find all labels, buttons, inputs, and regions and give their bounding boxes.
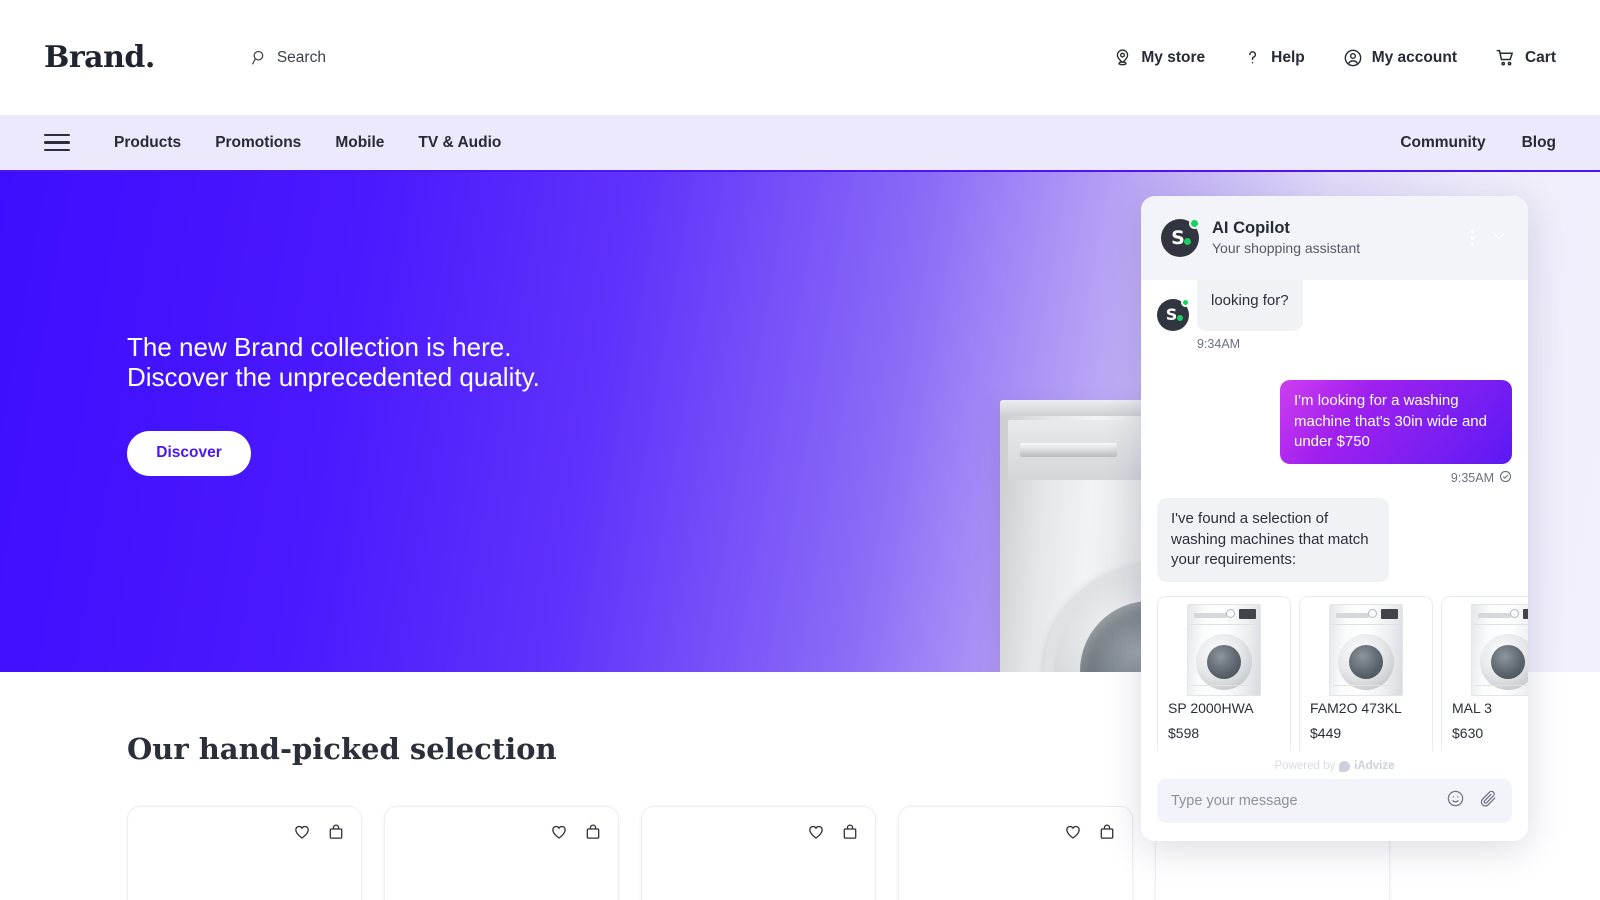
header-link-label: My account xyxy=(1371,48,1457,66)
nav-item-mobile[interactable]: Mobile xyxy=(335,134,384,152)
site-header: Brand. Search My store Help My account C… xyxy=(0,0,1600,115)
chat-message-timestamp: 9:34AM xyxy=(1197,336,1241,351)
product-image xyxy=(1158,597,1290,697)
product-card[interactable] xyxy=(641,806,876,900)
chat-message-meta: 9:35AM xyxy=(1280,470,1512,486)
chat-widget-title: AI Copilot xyxy=(1212,219,1290,238)
smiley-icon[interactable] xyxy=(1446,789,1465,813)
product-card[interactable] xyxy=(384,806,619,900)
card-actions xyxy=(293,823,345,846)
shopping-bag-icon[interactable] xyxy=(584,823,602,846)
chat-message-text: I've found a selection of washing machin… xyxy=(1157,498,1389,583)
product-card[interactable] xyxy=(898,806,1133,900)
product-price: $598 xyxy=(1168,725,1200,742)
hero-headline-line1: The new Brand collection is here. xyxy=(127,332,512,362)
check-circle-icon xyxy=(1499,470,1512,486)
nav-item-tv-audio[interactable]: TV & Audio xyxy=(418,134,501,152)
header-link-my-store[interactable]: My store xyxy=(1113,48,1205,67)
shopping-cart-icon xyxy=(1495,47,1516,68)
product-price: $630 xyxy=(1452,725,1484,742)
header-link-label: Cart xyxy=(1524,48,1556,66)
shopping-bag-icon[interactable] xyxy=(1098,823,1116,846)
product-price: $449 xyxy=(1310,725,1342,742)
chat-message-timestamp: 9:35AM xyxy=(1450,471,1494,486)
avatar: S xyxy=(1161,218,1200,257)
nav-item-community[interactable]: Community xyxy=(1400,134,1485,152)
ai-copilot-chat-widget: S AI Copilot Your shopping assistant S l… xyxy=(1141,196,1528,841)
avatar-inner-dot-icon xyxy=(1184,238,1191,245)
search-icon xyxy=(251,49,268,66)
chat-message-list[interactable]: S looking for? 9:34AM I'm looking for a … xyxy=(1141,280,1528,751)
header-link-label: My store xyxy=(1141,48,1206,66)
search-input[interactable]: Search xyxy=(251,49,326,67)
carousel-product-card[interactable]: MAL 3 $630 Lea xyxy=(1441,596,1528,751)
discover-button[interactable]: Discover xyxy=(127,430,251,476)
chat-message-user: I'm looking for a washing machine that's… xyxy=(1157,380,1512,486)
chat-widget-subtitle: Your shopping assistant xyxy=(1212,239,1361,256)
product-name: MAL 3 xyxy=(1452,700,1492,717)
avatar: S xyxy=(1157,297,1190,331)
message-input[interactable] xyxy=(1171,793,1446,809)
heart-icon[interactable] xyxy=(807,823,825,846)
nav-item-products[interactable]: Products xyxy=(114,134,181,152)
product-carousel[interactable]: SP 2000HWA $598 Learn more FAM2O 473KL $… xyxy=(1157,596,1528,751)
avatar-inner-dot-icon xyxy=(1177,314,1183,321)
chat-message-text: I'm looking for a washing machine that's… xyxy=(1280,380,1512,465)
nav-links-right: Community Blog xyxy=(1400,134,1556,152)
chat-message-bot-first: S looking for? 9:34AM xyxy=(1157,280,1512,351)
search-placeholder: Search xyxy=(276,48,326,66)
chat-message-text: looking for? xyxy=(1211,292,1289,309)
header-links: My store Help My account Cart xyxy=(1113,47,1556,68)
main-navigation: Products Promotions Mobile TV & Audio Co… xyxy=(0,115,1600,172)
chat-header-actions xyxy=(1470,227,1508,250)
chat-widget-header: S AI Copilot Your shopping assistant xyxy=(1141,196,1528,280)
header-link-label: Help xyxy=(1271,48,1305,66)
header-link-cart[interactable]: Cart xyxy=(1495,47,1556,68)
product-image xyxy=(1442,597,1528,697)
hero-copy: The new Brand collection is here. Discov… xyxy=(127,332,540,476)
product-name: FAM2O 473KL xyxy=(1310,700,1402,717)
card-actions xyxy=(807,823,859,846)
online-status-dot-icon xyxy=(1189,218,1200,229)
heart-icon[interactable] xyxy=(550,823,568,846)
carousel-product-card[interactable]: SP 2000HWA $598 Learn more xyxy=(1157,596,1291,751)
card-actions xyxy=(1064,823,1116,846)
product-name: SP 2000HWA xyxy=(1168,700,1254,717)
paperclip-icon[interactable] xyxy=(1479,789,1498,813)
kebab-menu-icon[interactable] xyxy=(1470,229,1474,247)
nav-item-blog[interactable]: Blog xyxy=(1522,134,1556,152)
header-link-my-account[interactable]: My account xyxy=(1343,48,1457,68)
nav-item-promotions[interactable]: Promotions xyxy=(215,134,301,152)
chat-message-bot-answer: I've found a selection of washing machin… xyxy=(1157,498,1512,583)
brand-logo[interactable]: Brand. xyxy=(44,40,155,75)
powered-by-name: iAdvize xyxy=(1354,760,1395,772)
powered-by-badge: Powered by iAdvize xyxy=(1141,751,1528,779)
avatar-letter: S xyxy=(1165,305,1178,325)
heart-icon[interactable] xyxy=(1064,823,1082,846)
product-image xyxy=(1300,597,1432,697)
chat-composer[interactable] xyxy=(1157,779,1512,823)
hamburger-menu-icon[interactable] xyxy=(44,133,70,152)
shopping-bag-icon[interactable] xyxy=(841,823,859,846)
product-card[interactable] xyxy=(127,806,362,900)
composer-actions xyxy=(1446,789,1498,813)
question-mark-icon xyxy=(1243,48,1262,67)
avatar-letter: S xyxy=(1171,226,1185,249)
iadvize-logo-icon xyxy=(1339,760,1351,772)
powered-by-prefix: Powered by xyxy=(1274,760,1336,772)
chevron-down-icon[interactable] xyxy=(1490,227,1508,250)
nav-links-left: Products Promotions Mobile TV & Audio xyxy=(114,134,501,152)
online-status-dot-icon xyxy=(1181,297,1190,307)
carousel-product-card[interactable]: FAM2O 473KL $449 Learn more xyxy=(1299,596,1433,751)
hero-headline-line2: Discover the unprecedented quality. xyxy=(127,362,540,393)
shopping-bag-icon[interactable] xyxy=(327,823,345,846)
chat-widget-titles: AI Copilot Your shopping assistant xyxy=(1212,218,1360,258)
location-pin-icon xyxy=(1113,48,1132,67)
card-actions xyxy=(550,823,602,846)
header-link-help[interactable]: Help xyxy=(1243,48,1305,67)
user-circle-icon xyxy=(1343,48,1363,68)
heart-icon[interactable] xyxy=(293,823,311,846)
